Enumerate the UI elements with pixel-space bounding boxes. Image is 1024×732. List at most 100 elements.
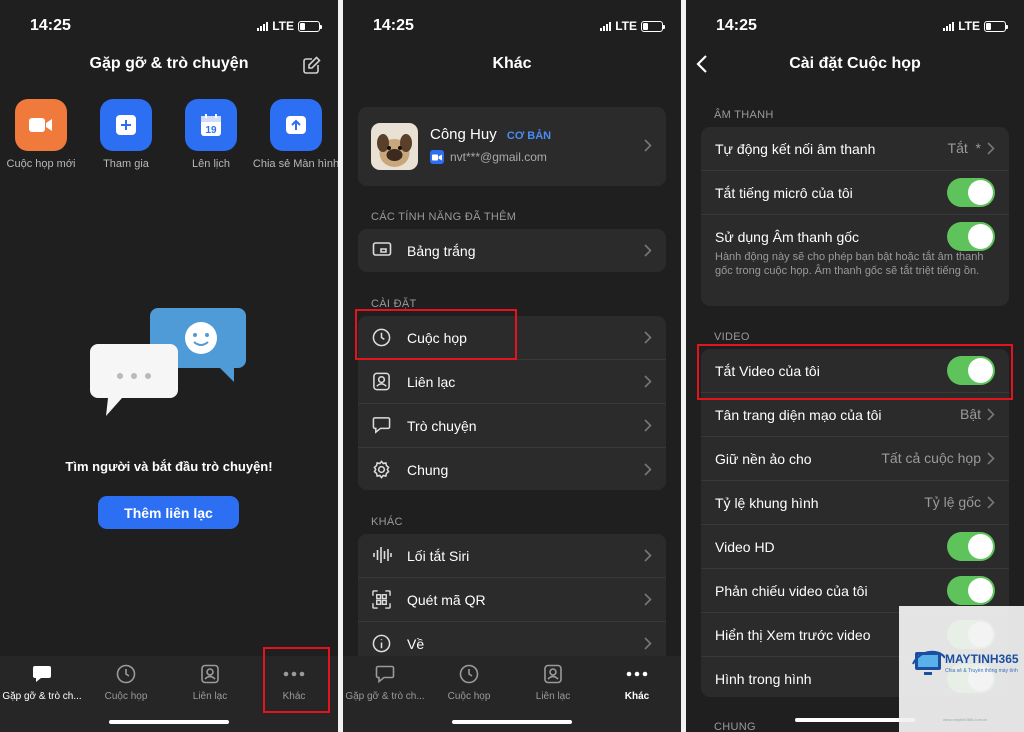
profile-card[interactable]: Công Huy CƠ BẢN nvt***@gmail.com: [358, 107, 666, 186]
status-time: 14:25: [30, 17, 71, 34]
page-title: Gặp gỡ & trò chuyện: [89, 55, 249, 72]
chevron-right-icon: [644, 244, 652, 260]
zoom-video-icon: [430, 150, 444, 164]
mirror-video-toggle[interactable]: [947, 576, 995, 605]
profile-email: nvt***@gmail.com: [450, 150, 547, 164]
chevron-right-icon: [987, 142, 995, 158]
qr-code-icon: [372, 590, 391, 612]
contact-card-icon: [168, 663, 252, 685]
section-other: KHÁC: [371, 516, 403, 528]
status-time: 14:25: [716, 17, 757, 34]
plus-icon: [100, 99, 152, 151]
contact-card-icon: [511, 663, 595, 685]
empty-state-text: Tìm người và bắt đầu trò chuyện!: [65, 459, 273, 474]
meet-chat-screen: 14:25 LTE Gặp gỡ & trò chuyện Cuộc họp m…: [0, 0, 338, 732]
chevron-right-icon: [644, 593, 652, 609]
page-title: Khác: [492, 55, 532, 72]
tab-meet-chat[interactable]: Gặp gỡ & trò ch...: [0, 663, 84, 702]
network-type: LTE: [958, 19, 980, 33]
schedule-button[interactable]: 19 Lên lịch: [184, 99, 238, 170]
chat-bubble-icon: [0, 663, 84, 685]
original-sound-row: Sử dụng Âm thanh gốc: [701, 215, 1009, 258]
signal-icon: [943, 21, 955, 31]
add-contact-button[interactable]: Thêm liên lạc: [98, 496, 239, 529]
page-title: Cài đặt Cuộc họp: [789, 55, 921, 72]
network-type: LTE: [615, 19, 637, 33]
whiteboard-icon: [372, 241, 392, 262]
auto-connect-audio-row[interactable]: Tự động kết nối âm thanh Tắt *: [701, 127, 1009, 171]
chevron-right-icon: [644, 419, 652, 435]
scan-qr-item[interactable]: Quét mã QR: [358, 578, 666, 622]
signal-icon: [600, 21, 612, 31]
settings-item-chat[interactable]: Trò chuyện: [358, 404, 666, 448]
hd-video-toggle[interactable]: [947, 532, 995, 561]
chevron-right-icon: [987, 408, 995, 424]
chevron-right-icon: [987, 452, 995, 468]
highlight-turn-off-video: [697, 344, 1013, 400]
highlight-meetings-item: [355, 309, 517, 360]
join-button[interactable]: Tham gia: [99, 99, 153, 170]
home-indicator: [109, 720, 229, 724]
status-bar: 14:25 LTE: [343, 0, 681, 50]
clock-icon: [427, 663, 511, 685]
original-sound-toggle[interactable]: [947, 222, 995, 251]
home-indicator: [795, 718, 915, 722]
keep-virtual-bg-row[interactable]: Giữ nền ảo cho Tất cả cuộc họp: [701, 437, 1009, 481]
status-bar: 14:25 LTE: [0, 0, 338, 50]
plan-badge: CƠ BẢN: [506, 130, 552, 142]
profile-name: Công Huy: [430, 126, 497, 143]
video-camera-icon: [15, 99, 67, 151]
section-general: CHUNG: [714, 721, 756, 732]
chat-bubble-icon: [343, 663, 427, 685]
contact-card-icon: [372, 372, 391, 394]
battery-icon: [641, 20, 665, 32]
status-bar: 14:25 LTE: [686, 0, 1024, 50]
tab-contacts[interactable]: Liên lạc: [168, 663, 252, 702]
tab-meet-chat[interactable]: Gặp gỡ & trò ch...: [343, 663, 427, 702]
calendar-icon: 19: [185, 99, 237, 151]
more-dots-icon: [595, 663, 679, 685]
aspect-ratio-row[interactable]: Tỷ lệ khung hình Tỷ lệ gốc: [701, 481, 1009, 525]
hd-video-row: Video HD: [701, 525, 1009, 569]
highlight-more-tab: [263, 647, 330, 713]
section-video: VIDEO: [714, 331, 750, 343]
svg-text:19: 19: [205, 125, 217, 136]
tab-more[interactable]: Khác: [595, 663, 679, 702]
mute-mic-row: Tắt tiếng micrô của tôi: [701, 171, 1009, 215]
chevron-right-icon: [644, 331, 652, 347]
home-indicator: [452, 720, 572, 724]
siri-waveform-icon: [372, 546, 392, 567]
share-up-arrow-icon: [270, 99, 322, 151]
chevron-right-icon: [644, 637, 652, 653]
info-icon: [372, 634, 391, 656]
siri-shortcuts-item[interactable]: Lối tắt Siri: [358, 534, 666, 578]
chat-bubbles-illustration: [90, 308, 246, 416]
chevron-right-icon: [987, 496, 995, 512]
auto-connect-audio-value: Tắt *: [947, 140, 981, 156]
section-added-features: CÁC TÍNH NĂNG ĐÃ THÊM: [371, 211, 517, 223]
clock-icon: [84, 663, 168, 685]
signal-icon: [257, 21, 269, 31]
settings-item-general[interactable]: Chung: [358, 448, 666, 490]
chevron-right-icon: [644, 549, 652, 565]
tab-meetings[interactable]: Cuộc họp: [427, 663, 511, 702]
maytinh365-logo-icon: [912, 650, 945, 675]
status-time: 14:25: [373, 17, 414, 34]
share-screen-button[interactable]: Chia sẻ Màn hình: [253, 99, 338, 170]
tab-contacts[interactable]: Liên lạc: [511, 663, 595, 702]
chevron-right-icon: [644, 463, 652, 479]
gear-icon: [372, 460, 391, 482]
settings-item-contacts[interactable]: Liên lạc: [358, 360, 666, 404]
battery-icon: [984, 20, 1008, 32]
tab-meetings[interactable]: Cuộc họp: [84, 663, 168, 702]
chat-bubble-icon: [372, 416, 391, 437]
watermark-logo: MAYTINH365 Chia sẻ & Truyền thông máy tí…: [899, 606, 1024, 732]
whiteboard-item[interactable]: Bảng trắng: [358, 229, 666, 272]
tab-bar: Gặp gỡ & trò ch... Cuộc họp Liên lạc Khá…: [343, 656, 681, 732]
compose-edit-icon[interactable]: [302, 55, 322, 80]
chevron-right-icon: [644, 375, 652, 391]
avatar: [371, 123, 418, 170]
new-meeting-button[interactable]: Cuộc họp mới: [7, 99, 75, 170]
mute-mic-toggle[interactable]: [947, 178, 995, 207]
network-type: LTE: [272, 19, 294, 33]
